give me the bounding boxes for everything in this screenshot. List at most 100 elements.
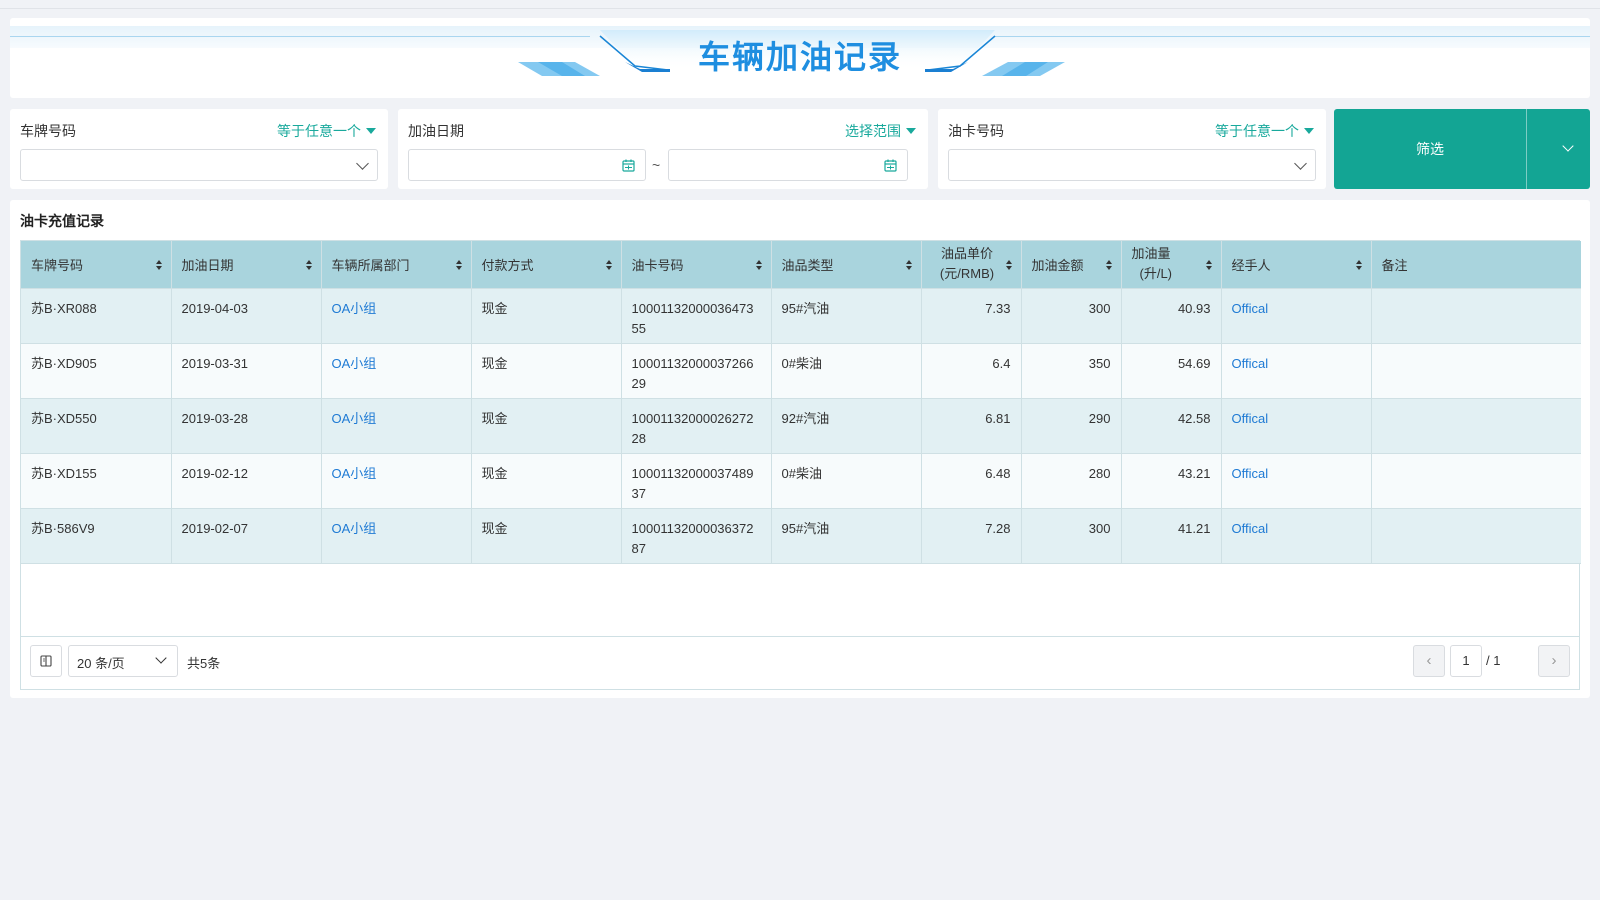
column-header-qty-label: 加油量 (1131, 246, 1171, 262)
filter-plate-operator[interactable]: 等于任意一个 (277, 121, 376, 141)
cell-qty: 41.21 (1121, 508, 1222, 564)
page-size-select[interactable]: 20 条/页 (68, 645, 178, 677)
table-row[interactable]: 苏B·586V9 2019-02-07 OA小组 现金 1000113200003637… (21, 508, 1581, 564)
cell-handler[interactable]: Offical (1221, 453, 1372, 509)
filter-card-operator[interactable]: 等于任意一个 (1215, 121, 1314, 141)
column-header-dept[interactable]: 车辆所属部门 (321, 241, 472, 289)
date-end-input[interactable] (668, 149, 908, 181)
chevron-down-icon (1562, 140, 1574, 152)
cell-remark (1371, 288, 1581, 344)
sort-icon (755, 260, 763, 270)
cell-plate: 苏B·XR088 (21, 288, 172, 344)
cell-dept[interactable]: OA小组 (321, 508, 472, 564)
cell-date: 2019-03-28 (171, 398, 322, 454)
cell-amount: 300 (1021, 508, 1122, 564)
sort-icon (1105, 260, 1113, 270)
filter-card-label: 油卡号码 (948, 123, 1004, 139)
filter-button[interactable]: 筛选 (1334, 109, 1526, 189)
cell-remark (1371, 508, 1581, 564)
column-header-handler[interactable]: 经手人 (1221, 241, 1372, 289)
cell-dept[interactable]: OA小组 (321, 343, 472, 399)
top-divider (0, 8, 1600, 9)
cell-card: 1000113200002627228 (621, 398, 772, 454)
date-start-input[interactable] (408, 149, 646, 181)
table-row[interactable]: 苏B·XD905 2019-03-31 OA小组 现金 1000113200003726… (21, 343, 1581, 399)
column-header-card[interactable]: 油卡号码 (621, 241, 772, 289)
column-header-amount-label: 加油金额 (1031, 257, 1084, 273)
current-page-input[interactable]: 1 (1450, 645, 1482, 677)
column-header-card-label: 油卡号码 (631, 257, 684, 273)
cell-plate: 苏B·XD155 (21, 453, 172, 509)
column-header-amount[interactable]: 加油金额 (1021, 241, 1122, 289)
sort-icon (1205, 260, 1213, 270)
column-header-dept-label: 车辆所属部门 (331, 257, 410, 273)
column-header-fuel[interactable]: 油品类型 (771, 241, 922, 289)
plate-select[interactable] (20, 149, 378, 181)
cell-handler[interactable]: Offical (1221, 398, 1372, 454)
cell-dept[interactable]: OA小组 (321, 288, 472, 344)
records-panel: 油卡充值记录 车牌号码 加油日期 车辆所属部门 付款方式 油卡号码 油品类型 油… (10, 200, 1590, 698)
caret-down-icon (1304, 128, 1314, 134)
cell-date: 2019-02-07 (171, 508, 322, 564)
filter-card-operator-label: 等于任意一个 (1215, 123, 1299, 139)
next-page-button[interactable]: › (1538, 645, 1570, 677)
cell-handler[interactable]: Offical (1221, 508, 1372, 564)
column-header-pay[interactable]: 付款方式 (471, 241, 622, 289)
cell-price: 6.48 (921, 453, 1022, 509)
sort-icon (905, 260, 913, 270)
column-settings-button[interactable] (30, 645, 62, 677)
column-header-price-label: 油品单价 (940, 246, 993, 262)
cell-dept[interactable]: OA小组 (321, 453, 472, 509)
cell-date: 2019-02-12 (171, 453, 322, 509)
page-banner: 车辆加油记录 (10, 18, 1590, 98)
cell-dept[interactable]: OA小组 (321, 398, 472, 454)
column-header-date[interactable]: 加油日期 (171, 241, 322, 289)
filter-date-operator[interactable]: 选择范围 (845, 121, 916, 141)
cell-price: 6.4 (921, 343, 1022, 399)
cell-fuel: 0#柴油 (771, 343, 922, 399)
table-row[interactable]: 苏B·XD155 2019-02-12 OA小组 现金 1000113200003748… (21, 453, 1581, 509)
filter-dropdown-button[interactable] (1527, 109, 1590, 189)
cell-remark (1371, 398, 1581, 454)
cell-handler[interactable]: Offical (1221, 343, 1372, 399)
records-table: 车牌号码 加油日期 车辆所属部门 付款方式 油卡号码 油品类型 油品单价 (元/R… (21, 241, 1581, 564)
table-row[interactable]: 苏B·XD550 2019-03-28 OA小组 现金 1000113200002627… (21, 398, 1581, 454)
filter-date-label: 加油日期 (408, 123, 464, 139)
column-header-price[interactable]: 油品单价 (元/RMB) (921, 241, 1022, 289)
column-header-fuel-label: 油品类型 (781, 257, 834, 273)
column-header-plate-label: 车牌号码 (31, 257, 84, 273)
cell-fuel: 95#汽油 (771, 508, 922, 564)
cell-remark (1371, 453, 1581, 509)
cell-price: 6.81 (921, 398, 1022, 454)
column-header-plate[interactable]: 车牌号码 (21, 241, 172, 289)
page-size-value: 20 条/页 (77, 656, 125, 671)
date-range-separator: ~ (652, 157, 661, 173)
cell-card: 1000113200003726629 (621, 343, 772, 399)
table-row[interactable]: 苏B·XR088 2019-04-03 OA小组 现金 1000113200003647… (21, 288, 1581, 344)
filter-plate-label: 车牌号码 (20, 123, 76, 139)
column-header-qty[interactable]: 加油量 (升/L) (1121, 241, 1222, 289)
cell-pay: 现金 (471, 398, 622, 454)
column-header-pay-label: 付款方式 (481, 257, 534, 273)
column-header-price-unit: (元/RMB) (939, 266, 995, 282)
sort-icon (305, 260, 313, 270)
cell-price: 7.33 (921, 288, 1022, 344)
cell-plate: 苏B·XD550 (21, 398, 172, 454)
prev-page-button[interactable]: ‹ (1413, 645, 1445, 677)
cell-card: 1000113200003637287 (621, 508, 772, 564)
card-number-select[interactable] (948, 149, 1316, 181)
cell-amount: 350 (1021, 343, 1122, 399)
filter-plate-operator-label: 等于任意一个 (277, 123, 361, 139)
caret-down-icon (906, 128, 916, 134)
cell-handler[interactable]: Offical (1221, 288, 1372, 344)
cell-card: 1000113200003647355 (621, 288, 772, 344)
cell-fuel: 95#汽油 (771, 288, 922, 344)
column-header-handler-label: 经手人 (1231, 257, 1271, 273)
cell-qty: 43.21 (1121, 453, 1222, 509)
records-table-container: 车牌号码 加油日期 车辆所属部门 付款方式 油卡号码 油品类型 油品单价 (元/R… (20, 240, 1581, 690)
cell-pay: 现金 (471, 508, 622, 564)
calendar-icon (884, 159, 897, 172)
cell-amount: 300 (1021, 288, 1122, 344)
sort-icon (455, 260, 463, 270)
total-pages: / 1 (1486, 653, 1501, 668)
